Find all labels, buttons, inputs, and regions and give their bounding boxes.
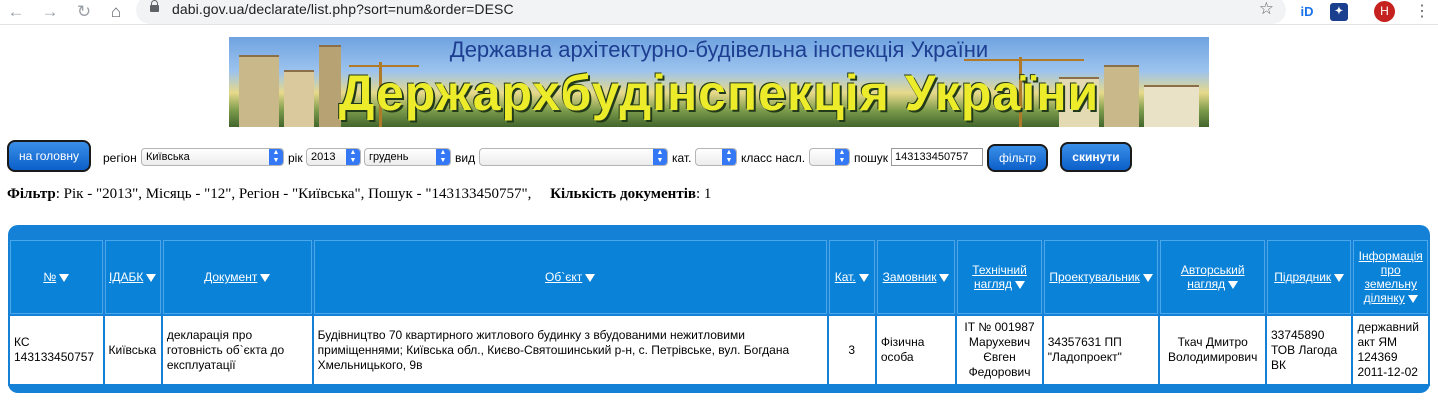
more-menu-icon[interactable]: ⋮ [1414, 1, 1430, 21]
cell-designer: 34357631 ПП "Ладопроект" [1043, 316, 1159, 384]
class-select[interactable]: ▲ ▼ [809, 148, 850, 166]
type-select[interactable]: ▲ ▼ [479, 148, 668, 166]
sort-desc-icon[interactable] [585, 273, 596, 282]
chevron-down-icon: ▲ ▼ [269, 149, 283, 165]
sort-desc-icon[interactable] [1334, 273, 1345, 282]
sort-desc-icon[interactable] [146, 273, 157, 282]
year-select[interactable]: 2013 ▲ ▼ [306, 148, 361, 166]
cell-object: Будівництво 70 квартирного житлового буд… [313, 316, 827, 384]
sort-desc-icon[interactable] [1228, 280, 1239, 289]
sort-desc-icon[interactable] [858, 273, 869, 282]
search-input[interactable]: 143133450757 [891, 148, 983, 166]
column-header-category[interactable]: Кат. [828, 240, 875, 314]
chevron-down-icon: ▲ ▼ [722, 149, 736, 165]
column-header-customer[interactable]: Замовник [876, 240, 956, 314]
chevron-down-icon: ▲ ▼ [436, 149, 450, 165]
sort-desc-icon[interactable] [1014, 280, 1025, 289]
column-header-author-supervision[interactable]: Авторський нагляд [1160, 240, 1265, 314]
sort-desc-icon[interactable] [59, 273, 70, 282]
document-count-value: : 1 [695, 186, 712, 202]
column-header-land-info[interactable]: Інформація про земельну ділянку [1353, 240, 1428, 314]
column-header-object[interactable]: Об`єкт [313, 240, 827, 314]
month-select[interactable]: грудень ▲ ▼ [364, 148, 451, 166]
year-label: рік [288, 151, 303, 165]
chevron-down-icon: ▲ ▼ [653, 149, 667, 165]
filter-button[interactable]: фільтр [987, 144, 1048, 172]
banner-subtitle: Державна архітектурно-будівельна інспекц… [449, 37, 989, 62]
cell-land-info: державний акт ЯМ 124369 2011-12-02 [1353, 316, 1428, 384]
category-label: кат. [672, 151, 692, 165]
banner-title: Держархбудінспекція України [338, 65, 1100, 121]
class-label: класс насл. [741, 151, 806, 165]
cell-document: декларація про готовність об`єкта до екс… [162, 316, 312, 384]
cell-author-supervision: Ткач Дмитро Володимирович [1160, 316, 1265, 384]
region-select[interactable]: Київська ▲ ▼ [141, 148, 284, 166]
column-header-designer[interactable]: Проектувальник [1043, 240, 1159, 314]
cell-category: 3 [828, 316, 875, 384]
column-header-number[interactable]: № [10, 240, 103, 314]
table-header-row: № ІДАБК Документ Об`єкт Кат. Замовник Те… [10, 240, 1428, 314]
bookmark-star-icon[interactable]: ☆ [1259, 0, 1274, 19]
lock-icon [150, 0, 159, 12]
category-select[interactable]: ▲ ▼ [695, 148, 737, 166]
sort-desc-icon[interactable] [1142, 273, 1153, 282]
home-button[interactable]: на головну [7, 140, 91, 172]
cell-tech-supervision: ІТ № 001987 Марухевич Євген Федорович [957, 316, 1042, 384]
filter-summary-text: : Рік - "2013", Місяць - "12", Регіон - … [55, 186, 532, 202]
region-label: регіон [103, 151, 137, 165]
column-header-document[interactable]: Документ [162, 240, 312, 314]
chevron-down-icon: ▲ ▼ [835, 149, 849, 165]
extension-id-icon[interactable]: iD [1296, 3, 1318, 21]
cell-customer: Фізична особа [876, 316, 956, 384]
home-icon[interactable]: ⌂ [106, 2, 126, 22]
sort-desc-icon[interactable] [939, 273, 950, 282]
sort-desc-icon[interactable] [1407, 294, 1418, 303]
type-label: вид [455, 151, 476, 165]
reload-icon[interactable]: ↻ [74, 2, 94, 22]
reset-button[interactable]: скинути [1060, 142, 1132, 172]
cell-number: КС 143133450757 [10, 316, 103, 384]
column-header-tech-supervision[interactable]: Технічний нагляд [957, 240, 1042, 314]
search-label: пошук [854, 151, 889, 165]
forward-icon[interactable]: → [40, 2, 60, 22]
cell-contractor: 33745890 ТОВ Лагода ВК [1266, 316, 1352, 384]
chevron-down-icon: ▲ ▼ [346, 149, 360, 165]
sort-desc-icon[interactable] [260, 273, 271, 282]
column-header-idabk[interactable]: ІДАБК [104, 240, 161, 314]
results-table: № ІДАБК Документ Об`єкт Кат. Замовник Те… [8, 238, 1430, 386]
profile-avatar[interactable]: H [1374, 1, 1395, 22]
column-header-contractor[interactable]: Підрядник [1266, 240, 1352, 314]
site-banner: Державна архітектурно-будівельна інспекц… [229, 37, 1209, 127]
cell-idabk: Київська [104, 316, 161, 384]
url-text[interactable]: dabi.gov.ua/declarate/list.php?sort=num&… [172, 1, 514, 17]
document-count-label: Кількість документів [550, 186, 696, 202]
address-bar[interactable]: dabi.gov.ua/declarate/list.php?sort=num&… [136, 0, 1286, 24]
filter-summary: Фільтр: Рік - "2013", Місяць - "12", Рег… [7, 186, 711, 203]
table-row: КС 143133450757 Київська декларація про … [10, 316, 1428, 384]
extension-icon[interactable]: ✦ [1330, 3, 1348, 21]
browser-toolbar: ← → ↻ ⌂ dabi.gov.ua/declarate/list.php?s… [0, 0, 1438, 25]
back-icon[interactable]: ← [6, 2, 26, 22]
filter-summary-label: Фільтр [7, 186, 56, 202]
